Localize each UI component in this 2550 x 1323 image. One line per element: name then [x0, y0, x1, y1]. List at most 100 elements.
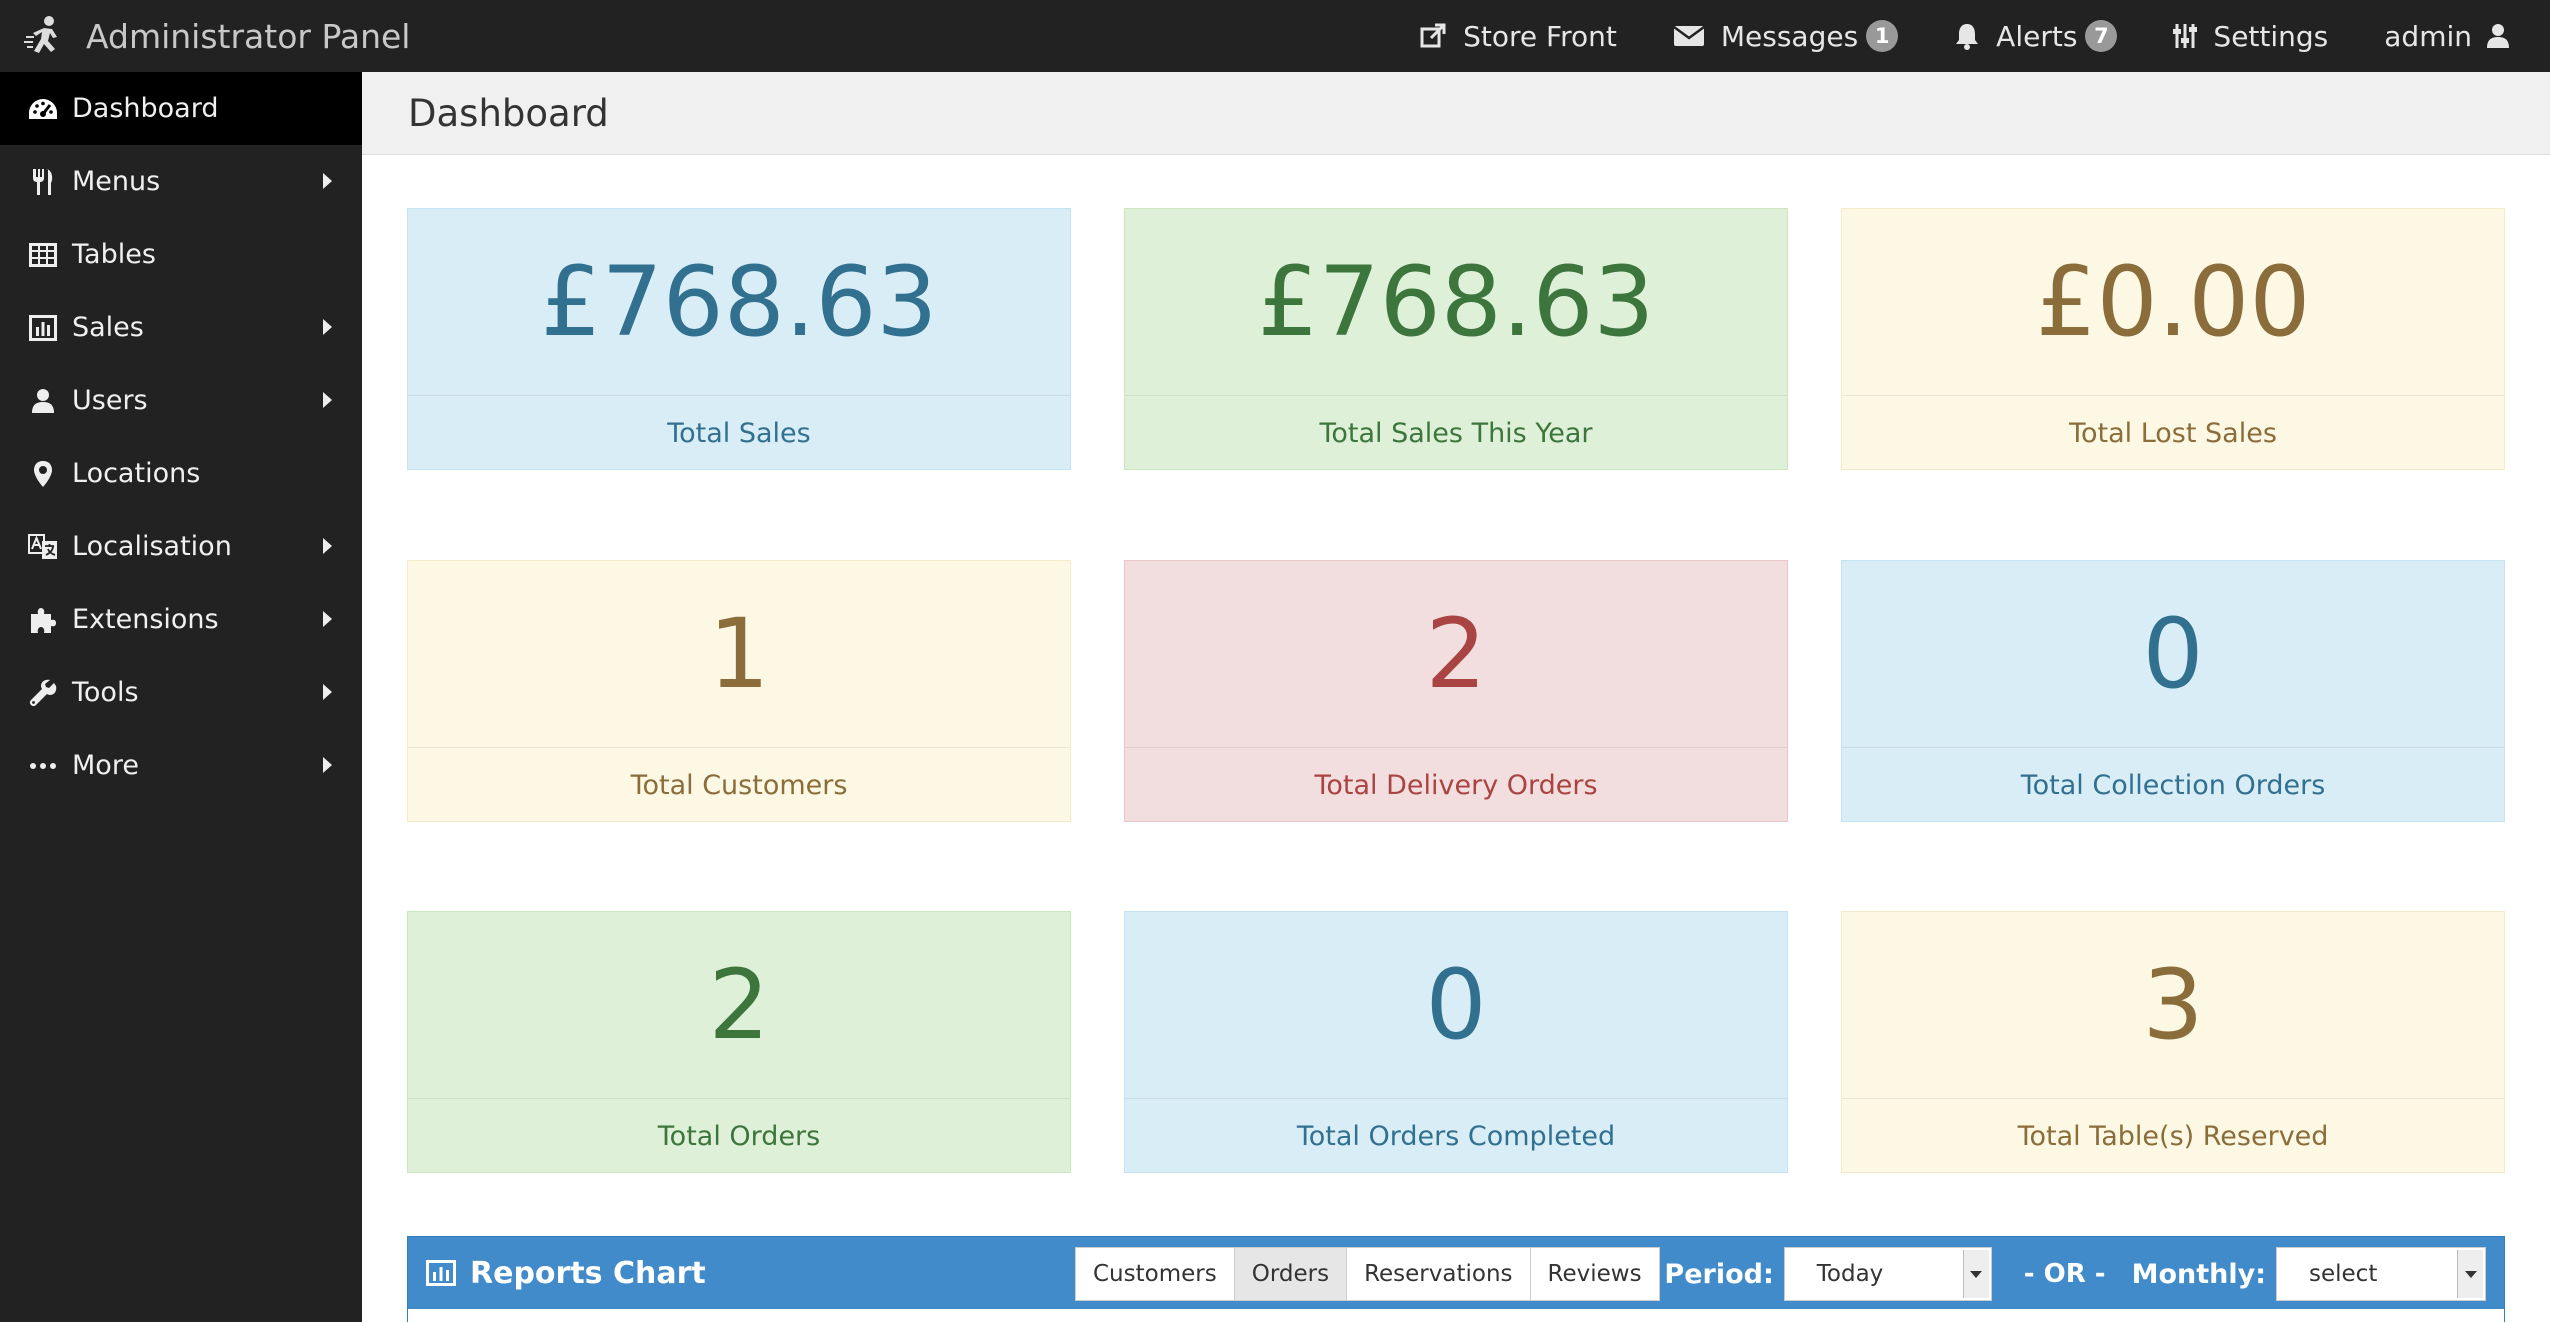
store-front-label: Store Front	[1463, 19, 1617, 53]
sidebar-item-locations[interactable]: Locations	[0, 437, 362, 510]
caret-right-icon	[323, 611, 332, 627]
messages-count-badge: 1	[1866, 20, 1899, 52]
stat-value: £768.63	[540, 246, 938, 358]
sidebar-item-label: Tables	[72, 239, 156, 270]
caret-right-icon	[323, 538, 332, 554]
tab-reservations[interactable]: Reservations	[1346, 1247, 1531, 1301]
reports-chart-title: Reports Chart	[408, 1256, 706, 1291]
envelope-icon	[1673, 25, 1705, 46]
user-icon	[2487, 24, 2509, 48]
ellipsis-icon	[30, 762, 56, 769]
stat-label: Total Lost Sales	[1842, 395, 2504, 471]
user-icon	[32, 388, 54, 413]
reports-chart-header: Reports Chart Customers Orders Reservati…	[408, 1237, 2504, 1309]
stat-label: Total Orders	[408, 1098, 1070, 1174]
bar-chart-icon	[29, 314, 57, 341]
stat-tile-total-sales[interactable]: £768.63 Total Sales	[407, 208, 1071, 470]
monthly-select-value: select	[2309, 1261, 2378, 1287]
bar-chart-icon	[426, 1260, 456, 1286]
stat-value: £0.00	[2035, 246, 2311, 358]
sidebar-item-label: Locations	[72, 458, 201, 489]
stat-value: 2	[708, 949, 770, 1061]
period-select[interactable]: Today	[1783, 1247, 1992, 1301]
period-controls: Period: Today - OR - Monthly: select	[1664, 1246, 2486, 1302]
cutlery-icon	[33, 168, 53, 195]
sidebar: Dashboard Menus Tables Sales Users Locat…	[0, 72, 362, 1322]
stat-tile-total-customers[interactable]: 1 Total Customers	[407, 560, 1071, 822]
stat-tile-total-orders[interactable]: 2 Total Orders	[407, 911, 1071, 1173]
stat-label: Total Table(s) Reserved	[1842, 1098, 2504, 1174]
alerts-link[interactable]: Alerts 7	[1954, 19, 2118, 53]
reports-chart-title-text: Reports Chart	[470, 1255, 706, 1291]
caret-right-icon	[323, 392, 332, 408]
sliders-icon	[2173, 24, 2198, 48]
monthly-select[interactable]: select	[2276, 1247, 2486, 1301]
sidebar-item-more[interactable]: More	[0, 729, 362, 802]
stat-value: 1	[708, 598, 770, 710]
sidebar-item-sales[interactable]: Sales	[0, 291, 362, 364]
sidebar-item-label: Localisation	[72, 531, 232, 562]
sidebar-item-dashboard[interactable]: Dashboard	[0, 72, 362, 145]
bell-icon	[1956, 24, 1979, 50]
page-header: Dashboard	[362, 72, 2550, 155]
admin-label: admin	[2384, 19, 2472, 53]
stat-value: 0	[1425, 949, 1487, 1061]
sidebar-item-localisation[interactable]: Localisation	[0, 510, 362, 583]
stat-tile-total-sales-this-year[interactable]: £768.63 Total Sales This Year	[1124, 208, 1788, 470]
stat-tile-total-orders-completed[interactable]: 0 Total Orders Completed	[1124, 911, 1788, 1173]
settings-link[interactable]: Settings	[2173, 20, 2328, 53]
stat-tile-total-collection-orders[interactable]: 0 Total Collection Orders	[1841, 560, 2505, 822]
stat-value: 0	[2142, 598, 2204, 710]
alerts-count-badge: 7	[2085, 20, 2118, 52]
sidebar-item-label: Dashboard	[72, 93, 219, 124]
stat-value: £768.63	[1257, 246, 1655, 358]
alerts-label: Alerts	[1996, 19, 2078, 53]
sidebar-item-label: Users	[72, 385, 148, 416]
stat-tile-total-tables-reserved[interactable]: 3 Total Table(s) Reserved	[1841, 911, 2505, 1173]
brand[interactable]: Administrator Panel	[0, 0, 410, 72]
sidebar-item-users[interactable]: Users	[0, 364, 362, 437]
stat-label: Total Sales	[408, 395, 1070, 471]
caret-right-icon	[323, 757, 332, 773]
brand-title: Administrator Panel	[86, 16, 411, 56]
sidebar-item-label: Menus	[72, 166, 161, 197]
settings-label: Settings	[2213, 19, 2329, 53]
tab-reviews[interactable]: Reviews	[1529, 1247, 1660, 1301]
stat-label: Total Sales This Year	[1125, 395, 1787, 471]
stat-tile-total-delivery-orders[interactable]: 2 Total Delivery Orders	[1124, 560, 1788, 822]
chevron-down-icon	[1962, 1250, 1989, 1298]
wrench-icon	[29, 679, 57, 706]
sidebar-item-extensions[interactable]: Extensions	[0, 583, 362, 656]
sidebar-item-label: More	[72, 750, 139, 781]
messages-link[interactable]: Messages 1	[1673, 19, 1899, 53]
reports-chart-panel: Reports Chart Customers Orders Reservati…	[407, 1236, 2505, 1323]
chevron-down-icon	[2457, 1250, 2483, 1298]
sidebar-item-label: Extensions	[72, 604, 219, 635]
running-chef-logo-icon	[24, 16, 57, 53]
top-nav: Store Front Messages 1 Alerts 7 Settings…	[1419, 0, 2550, 72]
stat-label: Total Customers	[408, 747, 1070, 823]
table-icon	[29, 242, 57, 267]
sidebar-item-label: Tools	[72, 677, 139, 708]
stat-label: Total Collection Orders	[1842, 747, 2504, 823]
report-type-tabs: Customers Orders Reservations Reviews	[1075, 1247, 1660, 1301]
sidebar-item-tools[interactable]: Tools	[0, 656, 362, 729]
stat-value: 2	[1425, 598, 1487, 710]
messages-label: Messages	[1720, 19, 1859, 53]
stat-label: Total Orders Completed	[1125, 1098, 1787, 1174]
puzzle-icon	[31, 607, 56, 633]
tab-customers[interactable]: Customers	[1075, 1247, 1235, 1301]
stat-tile-total-lost-sales[interactable]: £0.00 Total Lost Sales	[1841, 208, 2505, 470]
caret-right-icon	[323, 319, 332, 335]
stat-label: Total Delivery Orders	[1125, 747, 1787, 823]
page-title: Dashboard	[408, 91, 609, 135]
tab-orders[interactable]: Orders	[1233, 1247, 1348, 1301]
sidebar-item-label: Sales	[72, 312, 144, 343]
external-link-icon	[1420, 23, 1446, 48]
sidebar-item-tables[interactable]: Tables	[0, 218, 362, 291]
store-front-link[interactable]: Store Front	[1419, 20, 1617, 53]
admin-user-menu[interactable]: admin	[2384, 20, 2526, 53]
or-separator: - OR -	[2023, 1259, 2106, 1289]
reports-chart-body	[408, 1309, 2504, 1323]
sidebar-item-menus[interactable]: Menus	[0, 145, 362, 218]
